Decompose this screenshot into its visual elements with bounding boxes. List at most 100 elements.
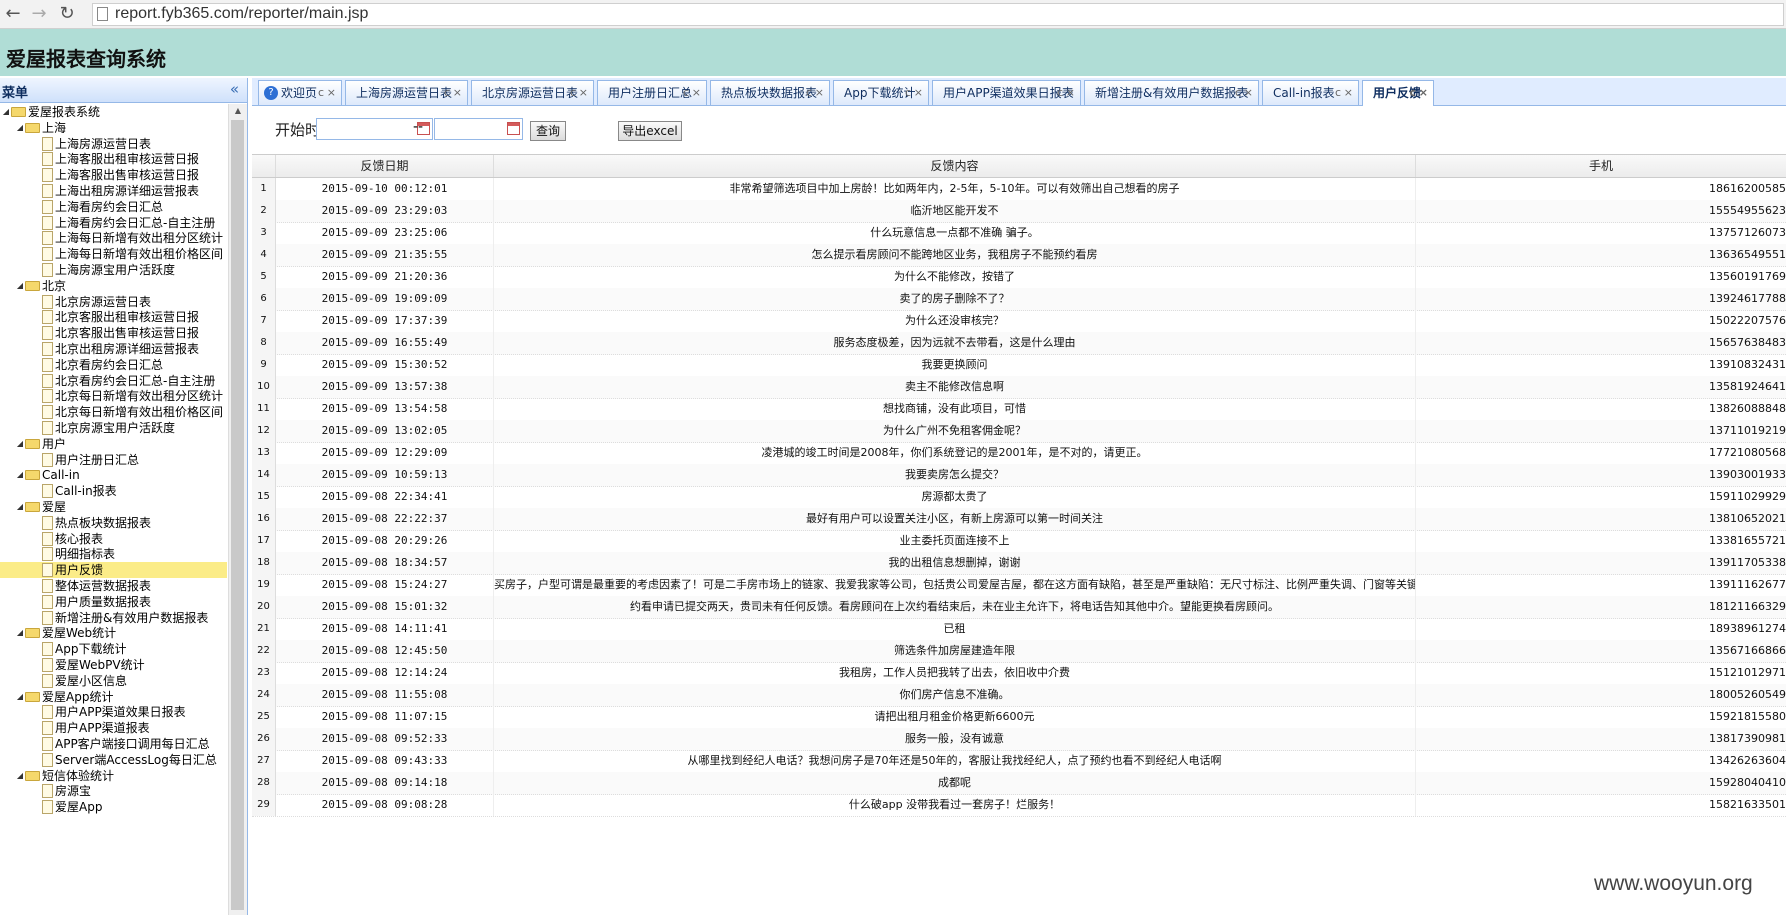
table-row[interactable]: 25 2015-09-08 11:07:15 请把出租月租金价格更新6600元 159… [252, 706, 1786, 729]
table-row[interactable]: 6 2015-09-09 19:09:09 卖了的房子删除不了？ 1392461778… [252, 288, 1786, 311]
calendar-icon[interactable] [507, 122, 520, 135]
tree-folder[interactable]: ◢ 爱屋 [0, 499, 227, 515]
tab[interactable]: 用户反馈 c × [1362, 80, 1434, 106]
table-row[interactable]: 9 2015-09-09 15:30:52 我要更换顾问 13910832431 [252, 354, 1786, 377]
tree-leaf[interactable]: 上海看房约会日汇总 [0, 199, 227, 215]
table-row[interactable]: 16 2015-09-08 22:22:37 最好有用户可以设置关注小区，有新上房源… [252, 508, 1786, 531]
close-icon[interactable]: × [453, 81, 462, 105]
expand-toggle-icon[interactable]: ◢ [1, 104, 11, 120]
reload-icon[interactable]: ↻ [56, 3, 78, 25]
table-row[interactable]: 26 2015-09-08 09:52:33 服务一般，没有诚意 1381739098… [252, 728, 1786, 751]
close-icon[interactable]: × [327, 81, 336, 105]
expand-toggle-icon[interactable]: ◢ [15, 467, 25, 483]
tree-folder[interactable]: ◢ 爱屋报表系统 [0, 104, 227, 120]
tree-leaf[interactable]: 上海房源宝用户活跃度 [0, 262, 227, 278]
tree-leaf[interactable]: 用户注册日汇总 [0, 452, 227, 468]
close-icon[interactable]: × [692, 81, 701, 105]
expand-toggle-icon[interactable]: ◢ [15, 625, 25, 641]
tree-leaf[interactable]: 整体运营数据报表 [0, 578, 227, 594]
scroll-up-icon[interactable]: ▲ [229, 104, 247, 118]
address-bar[interactable]: report.fyb365.com/reporter/main.jsp [92, 3, 1784, 26]
table-row[interactable]: 3 2015-09-09 23:25:06 什么玩意信息一点都不准确 骗子。 1375… [252, 222, 1786, 245]
tab[interactable]: 上海房源运营日表 c × [345, 80, 468, 105]
header-date[interactable]: 反馈日期 [276, 155, 494, 177]
tab[interactable]: App下载统计 c × [833, 80, 929, 105]
tree-leaf[interactable]: 房源宝 [0, 783, 227, 799]
refresh-icon[interactable]: c [570, 81, 576, 105]
tree-leaf[interactable]: 上海出租房源详细运营报表 [0, 183, 227, 199]
table-row[interactable]: 14 2015-09-09 10:59:13 我要卖房怎么提交？ 1390300193… [252, 464, 1786, 487]
expand-toggle-icon[interactable]: ◢ [15, 689, 25, 705]
refresh-icon[interactable]: c [806, 81, 812, 105]
tree-leaf[interactable]: 北京房源运营日表 [0, 294, 227, 310]
close-icon[interactable]: × [1419, 81, 1428, 105]
tree-leaf[interactable]: 北京客服出租审核运营日报 [0, 309, 227, 325]
tree-leaf[interactable]: 北京看房约会日汇总-自主注册 [0, 373, 227, 389]
table-row[interactable]: 15 2015-09-08 22:34:41 房源都太贵了 15911029929 [252, 486, 1786, 509]
tree-leaf[interactable]: 新增注册&有效用户数据报表 [0, 610, 227, 626]
forward-icon[interactable]: → [28, 3, 50, 25]
tree-leaf[interactable]: 核心报表 [0, 531, 227, 547]
tree-leaf[interactable]: Server端AccessLog每日汇总 [0, 752, 227, 768]
tab[interactable]: ? 欢迎页 c × [258, 80, 342, 105]
table-row[interactable]: 23 2015-09-08 12:14:24 我租房，工作人员把我转了出去，依旧收中… [252, 662, 1786, 685]
refresh-icon[interactable]: c [905, 81, 911, 105]
tab[interactable]: 北京房源运营日表 c × [471, 80, 594, 105]
close-icon[interactable]: × [1244, 81, 1253, 105]
end-date-input[interactable] [434, 118, 523, 140]
export-excel-button[interactable]: 导出excel [618, 121, 682, 141]
table-row[interactable]: 10 2015-09-09 13:57:38 卖主不能修改信息啊 1358192464… [252, 376, 1786, 399]
tree-leaf[interactable]: 上海客服出售审核运营日报 [0, 167, 227, 183]
header-content[interactable]: 反馈内容 [494, 155, 1416, 177]
close-icon[interactable]: × [914, 81, 923, 105]
tree-folder[interactable]: ◢ 用户 [0, 436, 227, 452]
tree-folder[interactable]: ◢ 北京 [0, 278, 227, 294]
refresh-icon[interactable]: c [1409, 81, 1416, 105]
url-text[interactable]: report.fyb365.com/reporter/main.jsp [115, 5, 368, 23]
table-row[interactable]: 17 2015-09-08 20:29:26 业主委托页面连接不上 133816557… [252, 530, 1786, 553]
table-row[interactable]: 24 2015-09-08 11:55:08 你们房产信息不准确。 180052605… [252, 684, 1786, 707]
table-row[interactable]: 18 2015-09-08 18:34:57 我的出租信息想删掉，谢谢 1391170… [252, 552, 1786, 575]
tree-leaf[interactable]: 上海每日新增有效出租价格区间 [0, 246, 227, 262]
tree-leaf[interactable]: 用户APP渠道报表 [0, 720, 227, 736]
tab[interactable]: 用户注册日汇总 c × [597, 80, 707, 105]
sidebar-scrollbar[interactable]: ▲ [228, 104, 247, 915]
tree-leaf[interactable]: 爱屋App [0, 799, 227, 815]
table-row[interactable]: 2 2015-09-09 23:29:03 临沂地区能开发不 15554955623 [252, 200, 1786, 223]
tree-leaf[interactable]: 用户APP渠道效果日报表 [0, 704, 227, 720]
table-row[interactable]: 5 2015-09-09 21:20:36 为什么不能修改，按错了 135601917… [252, 266, 1786, 289]
table-row[interactable]: 20 2015-09-08 15:01:32 约看申请已提交两天，贵司未有任何反馈。… [252, 596, 1786, 619]
tree-leaf[interactable]: 上海每日新增有效出租分区统计 [0, 230, 227, 246]
tree-leaf[interactable]: 北京房源宝用户活跃度 [0, 420, 227, 436]
table-row[interactable]: 22 2015-09-08 12:45:50 筛选条件加房屋建造年限 13567166… [252, 640, 1786, 663]
tree-leaf[interactable]: 爱屋小区信息 [0, 673, 227, 689]
table-row[interactable]: 28 2015-09-08 09:14:18 成都呢 15928040410 [252, 772, 1786, 795]
close-icon[interactable]: × [1066, 81, 1075, 105]
tab[interactable]: 热点板块数据报表 c × [710, 80, 830, 105]
tree-leaf[interactable]: 明细指标表 [0, 546, 227, 562]
table-row[interactable]: 27 2015-09-08 09:43:33 从哪里找到经纪人电话？我想问房子是70… [252, 750, 1786, 773]
table-row[interactable]: 4 2015-09-09 21:35:55 怎么提示看房顾问不能跨地区业务，我租房子… [252, 244, 1786, 267]
query-button[interactable]: 查询 [530, 121, 566, 141]
refresh-icon[interactable]: c [683, 81, 689, 105]
tree-leaf[interactable]: Call-in报表 [0, 483, 227, 499]
tab[interactable]: 用户APP渠道效果日报表 c × [932, 80, 1081, 105]
table-row[interactable]: 13 2015-09-09 12:29:09 凌港城的竣工时间是2008年，你们系统… [252, 442, 1786, 465]
expand-toggle-icon[interactable]: ◢ [15, 436, 25, 452]
expand-toggle-icon[interactable]: ◢ [15, 120, 25, 136]
tree-folder[interactable]: ◢ Call-in [0, 467, 227, 483]
tree-leaf[interactable]: App下载统计 [0, 641, 227, 657]
tree-leaf[interactable]: 北京看房约会日汇总 [0, 357, 227, 373]
table-row[interactable]: 1 2015-09-10 00:12:01 非常希望筛选项目中加上房龄！比如两年内，… [252, 178, 1786, 201]
expand-toggle-icon[interactable]: ◢ [15, 768, 25, 784]
close-icon[interactable]: × [1344, 81, 1353, 105]
table-row[interactable]: 19 2015-09-08 15:24:27 买房子，户型可谓是最重要的考虑因素了！… [252, 574, 1786, 597]
refresh-icon[interactable]: c [318, 81, 324, 105]
tree-leaf[interactable]: 热点板块数据报表 [0, 515, 227, 531]
tree-folder[interactable]: ◢ 上海 [0, 120, 227, 136]
tree-leaf[interactable]: 上海客服出租审核运营日报 [0, 151, 227, 167]
tree-leaf[interactable]: 上海房源运营日表 [0, 136, 227, 152]
table-row[interactable]: 12 2015-09-09 13:02:05 为什么广州不免租客佣金呢？ 137110… [252, 420, 1786, 443]
tree-leaf[interactable]: 北京客服出售审核运营日报 [0, 325, 227, 341]
tab[interactable]: 新增注册&有效用户数据报表 c × [1084, 80, 1259, 105]
